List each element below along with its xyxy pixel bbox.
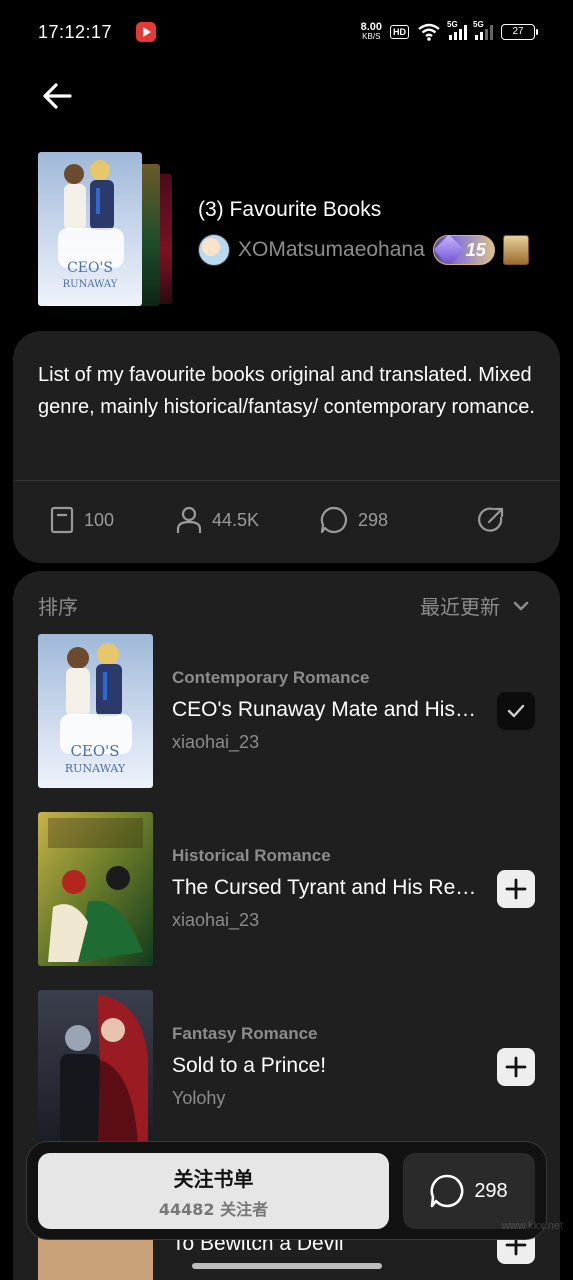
- plus-icon: [505, 878, 527, 900]
- wifi-icon: [418, 23, 440, 41]
- svg-text:RUNAWAY: RUNAWAY: [63, 279, 118, 290]
- battery-icon: 27: [501, 24, 538, 40]
- signal-sim2-icon: 5G: [473, 20, 493, 40]
- list-item[interactable]: Historical Romance The Cursed Tyrant and…: [38, 812, 538, 966]
- stat-books-value: 100: [84, 509, 115, 530]
- level-badge[interactable]: 15: [432, 234, 495, 266]
- author-row[interactable]: XOMatsumaeohana 15: [198, 234, 529, 266]
- svg-text:CEO'S: CEO'S: [67, 260, 113, 276]
- sim2-label: 5G: [473, 20, 484, 29]
- gem-icon: [433, 234, 465, 266]
- network-speed: 8.00 KB/S: [361, 22, 382, 42]
- video-app-icon: [136, 22, 157, 42]
- svg-text:RUNAWAY: RUNAWAY: [65, 762, 126, 775]
- book-title[interactable]: Sold to a Prince!: [172, 1054, 477, 1078]
- book-cover[interactable]: [38, 812, 153, 966]
- svg-text:CEO'S: CEO'S: [70, 742, 119, 760]
- list-item[interactable]: Fantasy Romance Sold to a Prince! Yolohy: [38, 990, 538, 1144]
- stat-comments-value: 298: [358, 509, 389, 530]
- booklist-cover-stack[interactable]: CEO'S RUNAWAY: [38, 152, 178, 308]
- stats-row: 100 44.5K 298: [13, 506, 560, 542]
- divider: [13, 480, 560, 481]
- comment-count: 298: [474, 1179, 508, 1202]
- book-author: Yolohy: [172, 1088, 226, 1108]
- book-cover[interactable]: [38, 990, 153, 1144]
- check-icon: [507, 704, 525, 718]
- list-item[interactable]: CEO'S RUNAWAY Contemporary Romance CEO's…: [38, 634, 538, 788]
- back-button[interactable]: [38, 78, 78, 114]
- stat-books: 100: [50, 506, 114, 534]
- avatar[interactable]: [198, 234, 230, 266]
- home-indicator[interactable]: [192, 1263, 382, 1269]
- share-icon: [478, 507, 504, 532]
- watermark-logo: www.kkx.net: [453, 1220, 563, 1276]
- book-title[interactable]: The Cursed Tyrant and His Reluctant Quee…: [172, 876, 477, 900]
- book-icon: [50, 506, 74, 534]
- network-speed-value: 8.00: [360, 21, 382, 33]
- status-bar: 17:12:17 8.00 KB/S HD 5G 5G 27: [0, 0, 573, 64]
- stat-followers-value: 44.5K: [212, 509, 260, 530]
- network-speed-unit: KB/S: [362, 32, 381, 41]
- follow-booklist-button[interactable]: 关注书单 44482 关注者: [38, 1153, 389, 1229]
- comment-icon: [320, 506, 348, 534]
- stat-comments[interactable]: 298: [320, 506, 388, 534]
- sim1-label: 5G: [447, 20, 458, 29]
- book-author: xiaohai_23: [172, 910, 260, 930]
- book-genre: Contemporary Romance: [172, 668, 370, 687]
- hd-icon: HD: [390, 25, 409, 39]
- status-time: 17:12:17: [38, 21, 113, 42]
- status-indicators: 8.00 KB/S HD 5G 5G 27: [361, 20, 538, 42]
- cover-thumbnail-1: CEO'S RUNAWAY: [38, 152, 142, 306]
- booklist-description: List of my favourite books original and …: [38, 364, 535, 418]
- signal-sim1-icon: 5G: [447, 20, 467, 40]
- share-button[interactable]: [477, 506, 505, 534]
- sort-label: 排序: [38, 595, 78, 619]
- description-card: List of my favourite books original and …: [13, 331, 560, 563]
- book-cover[interactable]: CEO'S RUNAWAY: [38, 634, 153, 788]
- add-book-button[interactable]: [497, 870, 535, 908]
- booklist-header: CEO'S RUNAWAY (3) Favourite Books XOMats…: [38, 150, 573, 310]
- added-toggle-button[interactable]: [497, 692, 535, 730]
- comment-icon: [430, 1174, 464, 1208]
- stat-followers: 44.5K: [176, 506, 259, 534]
- plus-icon: [505, 1056, 527, 1078]
- chevron-down-icon: [513, 601, 529, 610]
- follow-label: 关注书单: [173, 1166, 254, 1191]
- add-book-button[interactable]: [497, 1048, 535, 1086]
- comments-button[interactable]: 298: [403, 1153, 535, 1229]
- sort-value: 最近更新: [420, 595, 500, 619]
- achievement-badge-icon[interactable]: [502, 235, 529, 265]
- author-name[interactable]: XOMatsumaeohana: [238, 238, 425, 262]
- book-author: xiaohai_23: [172, 732, 260, 752]
- level-number: 15: [465, 239, 486, 260]
- book-title[interactable]: CEO's Runaway Mate and His Cubs: [172, 698, 477, 722]
- book-genre: Historical Romance: [172, 846, 331, 865]
- arrow-left-icon: [43, 83, 72, 109]
- book-genre: Fantasy Romance: [172, 1024, 318, 1043]
- follower-count: 44482 关注者: [158, 1199, 269, 1219]
- watermark-text: www.kkx.net: [501, 1220, 563, 1232]
- user-icon: [176, 506, 202, 533]
- sort-dropdown[interactable]: 最近更新: [420, 591, 530, 620]
- booklist-title: (3) Favourite Books: [198, 198, 382, 221]
